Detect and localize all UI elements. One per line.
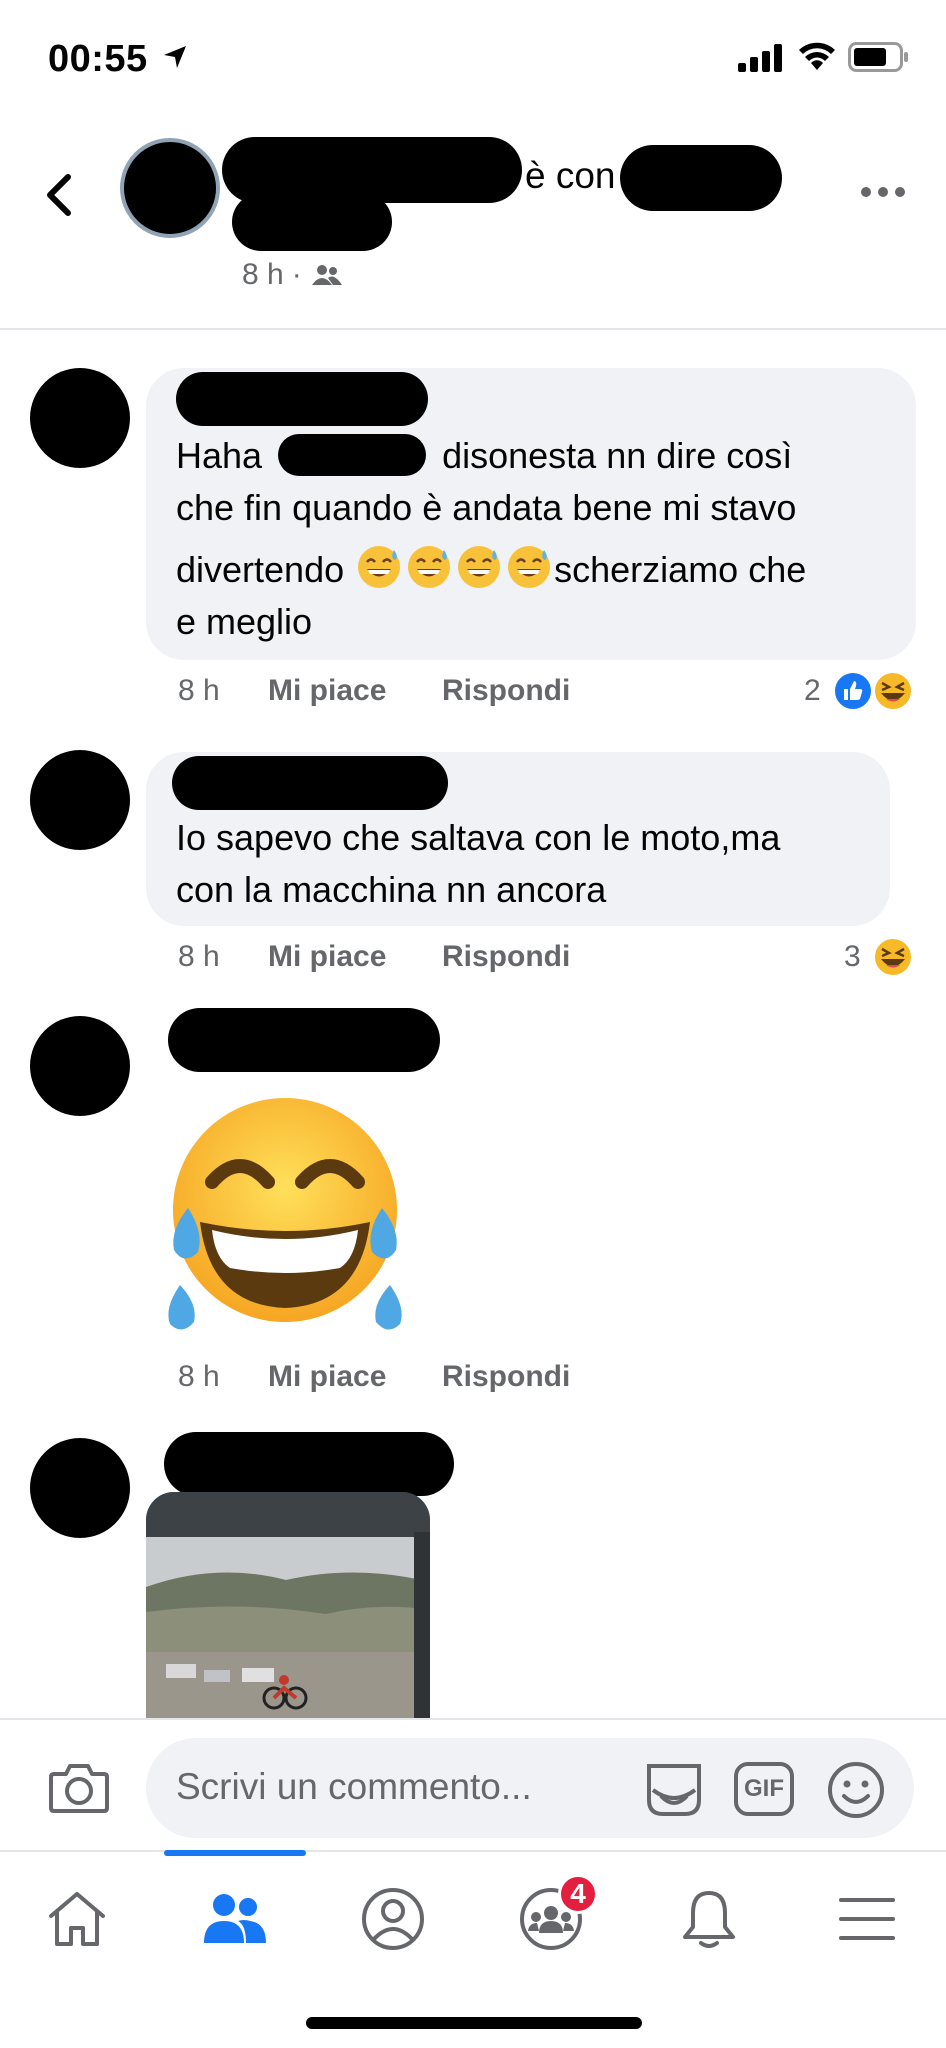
- redacted-commenter-name: [164, 1432, 454, 1496]
- notification-badge: 4: [558, 1874, 598, 1914]
- comment-input-placeholder: Scrivi un commento...: [176, 1766, 532, 1807]
- home-icon: [49, 1892, 105, 1946]
- redacted-commenter-name: [176, 372, 428, 426]
- back-chevron-icon[interactable]: [40, 165, 80, 225]
- comment-actions: 8 h Mi piace Rispondi: [178, 940, 918, 980]
- signal-icon: [738, 44, 782, 72]
- nav-home[interactable]: [22, 1874, 132, 1964]
- home-indicator[interactable]: [306, 2017, 642, 2029]
- nav-profile[interactable]: [338, 1874, 448, 1964]
- redacted-tagged-name: [620, 145, 782, 211]
- more-dots-icon[interactable]: [860, 185, 906, 199]
- comment-avatar[interactable]: [30, 1016, 130, 1116]
- comment-time: 8 h: [178, 940, 220, 973]
- comment-avatar[interactable]: [30, 750, 130, 850]
- comment-line: con la macchina nn ancora: [176, 869, 607, 910]
- location-arrow-icon: [164, 46, 186, 68]
- sweat-smile-emoji-icon: [508, 546, 551, 588]
- comment-line: e meglio: [176, 601, 313, 642]
- reply-button[interactable]: Rispondi: [442, 1360, 570, 1394]
- friends-icon: [311, 265, 342, 285]
- redacted-mention: [278, 434, 427, 476]
- camera-icon[interactable]: [48, 1760, 110, 1814]
- comment-text: Io sapevo che saltava con le moto,ma con…: [176, 812, 876, 916]
- comment-time: 8 h: [178, 1360, 220, 1393]
- battery-icon: [848, 42, 908, 72]
- redacted-author-name-2: [232, 193, 392, 251]
- separator: ·: [291, 258, 302, 291]
- comment-input[interactable]: Scrivi un commento... GIF: [146, 1738, 914, 1838]
- like-button[interactable]: Mi piace: [268, 674, 386, 708]
- emoji-smile-icon[interactable]: [826, 1760, 886, 1820]
- post-header: è con 8 h ·: [0, 115, 946, 330]
- menu-icon: [839, 1898, 895, 1940]
- like-button[interactable]: Mi piace: [268, 940, 386, 974]
- redacted-commenter-name: [172, 756, 448, 810]
- like-button[interactable]: Mi piace: [268, 1360, 386, 1394]
- comment-line: che fin quando è andata bene mi stavo: [176, 487, 797, 528]
- comment-line: divertendo scherziamo che: [176, 544, 906, 596]
- gif-button[interactable]: GIF: [734, 1762, 794, 1816]
- reaction-count[interactable]: 3: [844, 940, 861, 974]
- nav-communities[interactable]: 4: [496, 1874, 606, 1964]
- author-avatar[interactable]: [120, 138, 220, 238]
- comment-avatar[interactable]: [30, 1438, 130, 1538]
- sticker-icon[interactable]: [643, 1760, 705, 1820]
- nav-notifications[interactable]: [654, 1874, 764, 1964]
- reply-button[interactable]: Rispondi: [442, 674, 570, 708]
- comment-actions: 8 h Mi piace Rispondi: [178, 1360, 918, 1400]
- comment-photo[interactable]: [146, 1492, 430, 1722]
- comment-line: Io sapevo che saltava con le moto,ma: [176, 817, 781, 858]
- with-text: è con: [525, 155, 616, 196]
- haha-reaction-icon: [873, 937, 913, 977]
- comment-avatar[interactable]: [30, 368, 130, 468]
- joy-emoji-icon: [168, 1098, 402, 1330]
- active-tab-indicator: [164, 1850, 306, 1856]
- gif-label: GIF: [744, 1775, 784, 1802]
- haha-reaction-icon: [873, 671, 913, 711]
- motocross-photo-icon: [146, 1492, 430, 1722]
- status-bar: 00:55: [0, 0, 946, 115]
- comment-time: 8 h: [178, 674, 220, 707]
- reply-button[interactable]: Rispondi: [442, 940, 570, 974]
- nav-groups[interactable]: [180, 1874, 290, 1964]
- status-time: 00:55: [48, 38, 148, 80]
- sweat-smile-emoji-icon: [408, 546, 451, 588]
- nav-menu[interactable]: [812, 1874, 922, 1964]
- wifi-icon: [799, 42, 835, 70]
- profile-icon: [362, 1888, 424, 1950]
- comment-composer: Scrivi un commento... GIF: [0, 1718, 946, 1850]
- like-reaction-icon: [833, 671, 873, 711]
- groups-icon: [204, 1894, 266, 1943]
- sweat-smile-emoji-icon: [358, 546, 401, 588]
- comment-line: Haha disonesta nn dire così: [176, 434, 793, 476]
- sweat-smile-emoji-icon: [458, 546, 501, 588]
- post-timestamp[interactable]: 8 h ·: [242, 258, 344, 292]
- comment-text: Haha disonesta nn dire così che fin quan…: [176, 430, 906, 648]
- bottom-nav: 4: [0, 1850, 946, 2048]
- redacted-commenter-name: [168, 1008, 440, 1072]
- notifications-icon: [683, 1891, 735, 1948]
- post-time: 8 h: [242, 258, 284, 291]
- reaction-count[interactable]: 2: [804, 674, 821, 708]
